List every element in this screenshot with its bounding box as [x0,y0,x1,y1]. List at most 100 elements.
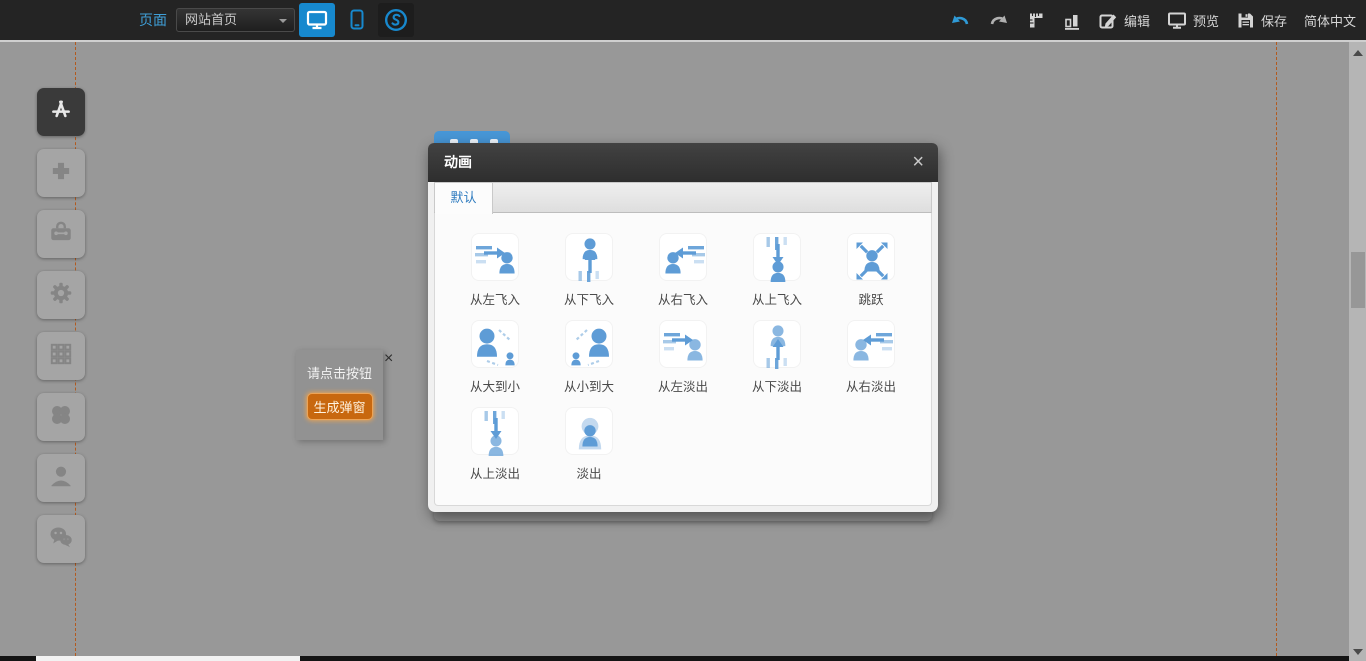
animation-label: 从左淡出 [636,376,730,395]
toolbox-icon [48,219,74,250]
sidebar-item-toolbox[interactable] [37,210,85,258]
page-guide-right [1276,42,1277,661]
animation-item[interactable]: 从上淡出 [448,407,542,494]
widget-close-icon[interactable]: × [384,351,393,367]
sidebar-item-apps-clover[interactable] [37,393,85,441]
tab-default[interactable]: 默认 [435,183,493,214]
preview-button[interactable]: 预览 [1167,10,1219,30]
desktop-view-button[interactable] [299,3,335,37]
animation-label: 从下飞入 [542,289,636,308]
ruler-icon [1027,11,1046,30]
animation-item[interactable]: 从下飞入 [542,233,636,320]
apps-clover-icon [48,402,74,433]
animation-item[interactable]: 从大到小 [448,320,542,407]
preview-label: 预览 [1193,11,1219,30]
animation-label: 从大到小 [448,376,542,395]
save-label: 保存 [1261,11,1287,30]
fly-in-left-icon [471,233,519,281]
modal-title: 动画 [444,143,472,182]
modal-close-icon[interactable]: × [912,151,924,173]
page-label: 页面 [139,0,167,40]
scroll-up-arrow-icon[interactable] [1353,50,1363,56]
horizontal-scroll-thumb[interactable] [36,656,300,661]
animation-modal: 动画 × 默认 从左飞入从下飞入从右飞入从上飞入跳跃从大到小从小到大从左淡出从下… [428,143,938,512]
save-floppy-icon [1236,11,1255,30]
animation-item[interactable]: 从小到大 [542,320,636,407]
small-to-big-icon [565,320,613,368]
edit-button[interactable]: 编辑 [1098,11,1150,30]
fly-in-right-icon [659,233,707,281]
edit-pencil-icon [1098,11,1118,30]
language-label: 简体中文 [1304,11,1356,30]
widget-message: 请点击按钮 [296,363,383,382]
sidebar-item-settings[interactable] [37,271,85,319]
popup-trigger-widget: 请点击按钮 生成弹窗 [296,350,383,440]
app-market-icon [48,97,74,128]
chevron-down-icon [279,19,287,23]
fade-right-icon [847,320,895,368]
fade-icon [565,407,613,455]
left-sidebar [37,88,85,576]
scroll-down-arrow-icon[interactable] [1353,649,1363,655]
member-icon [48,463,74,494]
animation-item[interactable]: 从下淡出 [730,320,824,407]
vertical-scroll-thumb[interactable] [1351,252,1365,308]
preview-monitor-icon [1167,10,1187,30]
stats-button[interactable] [1063,11,1081,30]
sidebar-item-layout-grid[interactable] [37,332,85,380]
modal-tabbar: 默认 [434,182,932,213]
animation-item[interactable]: 从左淡出 [636,320,730,407]
modal-header[interactable]: 动画 × [428,143,938,182]
sidebar-item-wechat[interactable] [37,515,85,563]
layout-grid-icon [48,341,74,372]
animation-item[interactable]: 从上飞入 [730,233,824,320]
redo-button[interactable] [988,11,1010,29]
animation-label: 从上飞入 [730,289,824,308]
animation-item[interactable]: 淡出 [542,407,636,494]
animation-item[interactable]: 跳跃 [824,233,918,320]
add-module-icon [48,158,74,189]
top-toolbar: 页面 网站首页 [0,0,1366,40]
jump-icon [847,233,895,281]
animation-item[interactable]: 从左飞入 [448,233,542,320]
wechat-icon [48,524,74,555]
animation-grid: 从左飞入从下飞入从右飞入从上飞入跳跃从大到小从小到大从左淡出从下淡出从右淡出从上… [434,213,932,506]
element-toolbar-peek [434,131,510,143]
fly-in-bottom-icon [565,233,613,281]
redo-icon [988,11,1010,29]
link-mode-button[interactable] [378,3,414,37]
page-select-dropdown[interactable]: 网站首页 [176,8,295,32]
animation-item[interactable]: 从右淡出 [824,320,918,407]
fade-bottom-icon [753,320,801,368]
edit-label: 编辑 [1124,11,1150,30]
animation-label: 从上淡出 [448,463,542,482]
big-to-small-icon [471,320,519,368]
bar-chart-icon [1063,11,1081,30]
sidebar-item-member[interactable] [37,454,85,502]
animation-item[interactable]: 从右飞入 [636,233,730,320]
horizontal-scrollbar[interactable] [0,656,1349,661]
page-select-value: 网站首页 [185,12,237,27]
ruler-button[interactable] [1027,11,1046,30]
phone-icon [346,8,368,32]
animation-label: 从小到大 [542,376,636,395]
toolbar-separator [0,40,1366,42]
vertical-scrollbar[interactable] [1349,42,1366,661]
generate-popup-button[interactable]: 生成弹窗 [307,393,373,420]
animation-label: 从右淡出 [824,376,918,395]
undo-button[interactable] [949,11,971,29]
link-circle-icon [384,8,408,32]
sidebar-item-app-market[interactable] [37,88,85,136]
settings-icon [48,280,74,311]
animation-label: 从下淡出 [730,376,824,395]
mobile-view-button[interactable] [342,3,372,37]
language-switch[interactable]: 简体中文 [1304,11,1356,30]
undo-icon [949,11,971,29]
animation-label: 从右飞入 [636,289,730,308]
fade-left-icon [659,320,707,368]
animation-label: 从左飞入 [448,289,542,308]
fly-in-top-icon [753,233,801,281]
sidebar-item-add-module[interactable] [37,149,85,197]
animation-label: 淡出 [542,463,636,482]
save-button[interactable]: 保存 [1236,11,1287,30]
